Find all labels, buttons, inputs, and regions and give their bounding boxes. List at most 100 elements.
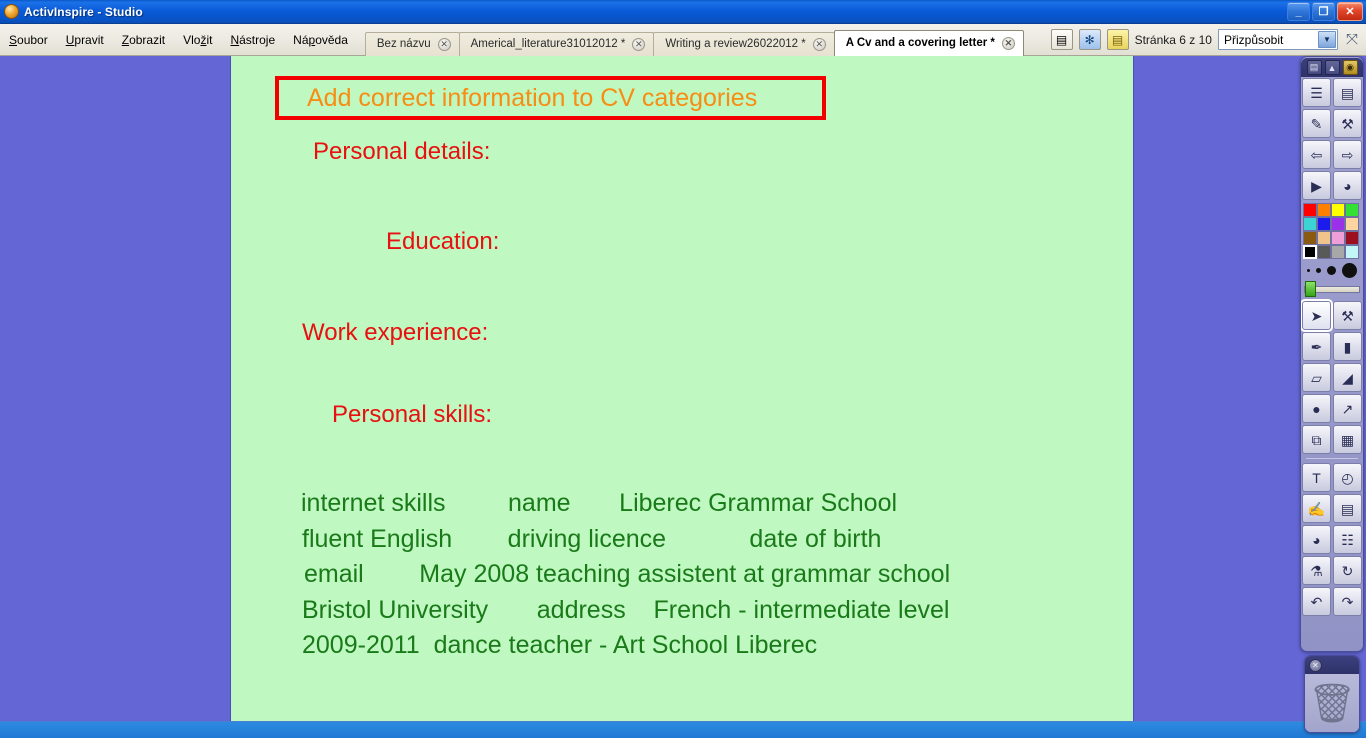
eraser-tool-icon[interactable]: ▱ [1302, 363, 1331, 392]
menu-item-nastroje[interactable]: Nástroje [221, 30, 284, 50]
play-icon[interactable]: ▶ [1302, 171, 1331, 200]
color-swatch-2[interactable] [1331, 203, 1345, 217]
tab-1[interactable]: Americal_literature31012012 * ✕ [458, 31, 655, 56]
profile-card-icon[interactable]: ▤ [1333, 78, 1362, 107]
tab-label: A Cv and a covering letter * [845, 37, 995, 49]
handwriting-recognition-icon[interactable]: ✍ [1302, 494, 1331, 523]
word-bank-line-4[interactable]: 2009-2011 dance teacher - Art School Lib… [302, 631, 817, 660]
close-button[interactable]: ✕ [1337, 2, 1363, 21]
word-bank-line-1[interactable]: fluent English driving licence date of b… [302, 525, 881, 554]
design-mode-icon[interactable]: ⚒ [1333, 109, 1362, 138]
pen-size-3[interactable] [1342, 262, 1357, 278]
tab-0[interactable]: Bez názvu ✕ [364, 31, 460, 56]
previous-page-icon[interactable]: ⇦ [1302, 140, 1331, 169]
fit-page-icon[interactable]: ⤧ [1344, 31, 1360, 48]
read-aloud-icon[interactable]: ▤ [1333, 494, 1362, 523]
pen-size-0[interactable] [1307, 268, 1310, 272]
next-page-icon[interactable]: ⇨ [1333, 140, 1362, 169]
shape-tool-icon[interactable]: ● [1302, 394, 1331, 423]
connector-tool-icon[interactable]: ↗ [1333, 394, 1362, 423]
reset-page-icon[interactable]: ↻ [1333, 556, 1362, 585]
browser-icon[interactable]: ◕ [1302, 525, 1331, 554]
select-tool-icon[interactable]: ➤ [1301, 299, 1333, 332]
flipchart-icon[interactable]: ✎ [1302, 109, 1331, 138]
flipchart-page[interactable]: Add correct information to CV categories… [230, 56, 1134, 732]
tab-strip: Bez názvu ✕ Americal_literature31012012 * ✕… [364, 24, 1024, 56]
menu-label: pravit [74, 32, 104, 47]
undo-icon[interactable]: ↶ [1302, 587, 1331, 616]
color-swatch-5[interactable] [1317, 217, 1331, 231]
media-icon[interactable]: ▦ [1333, 425, 1362, 454]
menu-item-vlozit[interactable]: Vložit [174, 30, 221, 50]
tab-label: Writing a review26022012 * [665, 38, 806, 50]
category-label-3[interactable]: Personal skills: [332, 401, 492, 429]
menu-item-zobrazit[interactable]: Zobrazit [113, 30, 174, 50]
tools-icon[interactable]: ⚒ [1333, 301, 1362, 330]
status-bar [0, 721, 1366, 738]
close-icon[interactable]: ✕ [1309, 658, 1322, 672]
redo-icon[interactable]: ↷ [1333, 587, 1362, 616]
dictionary-icon[interactable]: ☷ [1333, 525, 1362, 554]
color-swatch-14[interactable] [1331, 245, 1345, 259]
highlighter-tool-icon[interactable]: ▮ [1333, 332, 1362, 361]
clock-icon[interactable]: ◴ [1333, 463, 1362, 492]
color-swatch-1[interactable] [1317, 203, 1331, 217]
color-swatch-12[interactable] [1303, 245, 1317, 259]
color-swatch-8[interactable] [1303, 231, 1317, 245]
color-swatch-4[interactable] [1303, 217, 1317, 231]
zoom-select[interactable]: Přizpůsobit ▼ [1217, 29, 1338, 50]
word-bank-line-0[interactable]: internet skills name Liberec Grammar Sch… [301, 489, 897, 518]
color-swatch-11[interactable] [1345, 231, 1359, 245]
toolbox-divider [1306, 458, 1358, 459]
category-label-0[interactable]: Personal details: [313, 138, 490, 166]
restore-button[interactable]: ❐ [1312, 2, 1335, 21]
chevron-down-icon[interactable]: ▼ [1317, 31, 1336, 48]
slider-knob[interactable] [1305, 281, 1316, 297]
trash-bin[interactable]: ✕ 🗑 [1304, 655, 1360, 733]
dock-icon[interactable]: ▤ [1306, 60, 1322, 75]
color-swatch-15[interactable] [1345, 245, 1359, 259]
tab-close-icon[interactable]: ✕ [632, 37, 646, 51]
clipart-icon[interactable]: ⧉ [1302, 425, 1331, 454]
page-list-icon[interactable]: ☰ [1302, 78, 1331, 107]
color-swatch-0[interactable] [1303, 203, 1317, 217]
page-browser-icon[interactable]: ▤ [1050, 29, 1073, 50]
tab-close-icon[interactable]: ✕ [812, 37, 826, 51]
toolbox-page-group: ☰ ▤ ✎ ⚒ ⇦ ⇨ ▶ ◕ [1301, 77, 1363, 201]
trash-icon[interactable]: 🗑 [1305, 674, 1359, 732]
text-tool-icon[interactable]: T [1302, 463, 1331, 492]
category-label-2[interactable]: Work experience: [302, 319, 488, 347]
color-swatch-13[interactable] [1317, 245, 1331, 259]
color-swatch-6[interactable] [1331, 217, 1345, 231]
fill-tool-icon[interactable]: ◢ [1333, 363, 1362, 392]
menu-item-soubor[interactable]: Soubor [0, 30, 57, 50]
zoom-value: Přizpůsobit [1223, 32, 1284, 47]
pin-icon[interactable]: ◉ [1342, 60, 1358, 75]
toolbox-header: ▤ ▲ ◉ [1301, 58, 1363, 77]
pen-size-2[interactable] [1327, 265, 1336, 275]
color-swatch-3[interactable] [1345, 203, 1359, 217]
word-bank-line-2[interactable]: email May 2008 teaching assistent at gra… [304, 560, 950, 589]
word-bank-line-3[interactable]: Bristol University address French - inte… [302, 596, 949, 625]
color-swatch-9[interactable] [1317, 231, 1331, 245]
color-swatch-10[interactable] [1331, 231, 1345, 245]
tab-close-icon[interactable]: ✕ [1001, 36, 1015, 50]
menu-label: it [206, 32, 213, 47]
resource-browser-icon[interactable]: ✻ [1078, 29, 1101, 50]
pen-size-1[interactable] [1316, 267, 1321, 273]
menu-item-upravit[interactable]: Upravit [57, 30, 113, 50]
reveal-tool-icon[interactable]: ⚗ [1302, 556, 1331, 585]
menu-item-napoveda[interactable]: Nápověda [284, 30, 357, 50]
pen-tool-icon[interactable]: ✒ [1302, 332, 1331, 361]
notes-icon[interactable]: ▤ [1106, 29, 1129, 50]
activinspire-globe-icon[interactable]: ◕ [1333, 171, 1362, 200]
color-swatch-7[interactable] [1345, 217, 1359, 231]
page-title-box[interactable]: Add correct information to CV categories [275, 76, 826, 120]
roll-up-icon[interactable]: ▲ [1324, 60, 1340, 75]
category-label-1[interactable]: Education: [386, 228, 499, 256]
tab-2[interactable]: Writing a review26022012 * ✕ [653, 31, 835, 56]
tab-close-icon[interactable]: ✕ [437, 37, 451, 51]
pen-width-slider[interactable] [1304, 281, 1360, 297]
tab-3[interactable]: A Cv and a covering letter * ✕ [833, 29, 1024, 56]
minimize-button[interactable]: _ [1287, 2, 1310, 21]
